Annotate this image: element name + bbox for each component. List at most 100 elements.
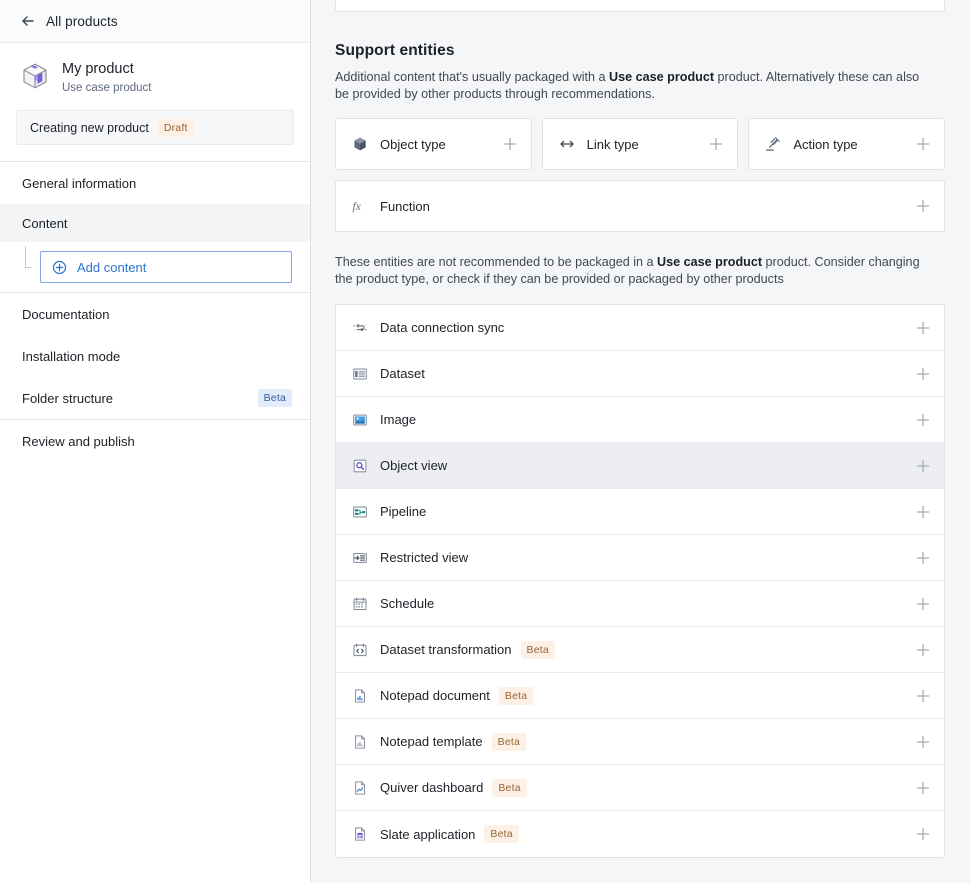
entity-row-object-view[interactable]: Object view [336, 443, 944, 489]
back-label: All products [46, 13, 118, 29]
plus-circle-icon [52, 260, 67, 275]
product-name: My product [62, 61, 134, 77]
cube-icon [352, 136, 368, 152]
pipeline-icon [352, 504, 368, 520]
section-description: Additional content that's usually packag… [335, 69, 935, 102]
product-texts: My product Use case product [62, 59, 152, 96]
sidebar-item-label: Documentation [22, 306, 110, 322]
slate-application-icon [352, 826, 368, 842]
add-function-button[interactable] [916, 199, 930, 213]
sidebar-item-label: Review and publish [22, 433, 135, 449]
product-type: Use case product [62, 82, 152, 94]
add-schedule-button[interactable] [916, 597, 930, 611]
entity-row-content: Image [380, 412, 916, 427]
add-image-button[interactable] [916, 413, 930, 427]
sidebar-item-beta-badge: Beta [257, 389, 292, 407]
entity-card-function[interactable]: fx Function [335, 180, 945, 232]
product-summary: My product Use case product [0, 43, 310, 96]
not-recommended-entity-list: Data connection sync Dataset Image Objec… [335, 304, 945, 858]
entity-row-content: Notepad template Beta [380, 732, 916, 751]
entity-row-label: Notepad document [380, 688, 490, 703]
add-data-connection-sync-button[interactable] [916, 321, 930, 335]
sidebar-item-label: Installation mode [22, 348, 121, 364]
sidebar-item-label: Content [22, 215, 68, 231]
entity-row-pipeline[interactable]: Pipeline [336, 489, 944, 535]
entity-card-label: Action type [793, 136, 858, 152]
entity-row-image[interactable]: Image [336, 397, 944, 443]
entity-row-content: Schedule [380, 596, 916, 611]
entity-row-label: Quiver dashboard [380, 780, 484, 795]
entity-row-label: Notepad template [380, 734, 483, 749]
entity-row-beta-badge: Beta [491, 732, 527, 751]
entity-row-data-connection-sync[interactable]: Data connection sync [336, 305, 944, 351]
data-connection-sync-icon [352, 320, 368, 336]
add-restricted-view-button[interactable] [916, 551, 930, 565]
add-quiver-dashboard-button[interactable] [916, 781, 930, 795]
entity-card-object-type[interactable]: Object type [335, 118, 532, 170]
main-content: Support entities Additional content that… [311, 0, 970, 883]
back-to-all-products[interactable]: All products [0, 0, 310, 43]
add-dataset-button[interactable] [916, 367, 930, 381]
arrow-left-icon [20, 13, 36, 29]
entity-row-label: Schedule [380, 596, 435, 611]
svg-text:fx: fx [353, 201, 362, 213]
entity-row-notepad-document[interactable]: Notepad document Beta [336, 673, 944, 719]
product-status-wrap: Creating new product Draft [0, 96, 310, 145]
add-content-button[interactable]: Add content [40, 251, 292, 283]
sidebar-item-label: Folder structure [22, 390, 114, 406]
note-desc-part-a: These entities are not recommended to be… [335, 255, 658, 269]
entity-row-schedule[interactable]: Schedule [336, 581, 944, 627]
add-dataset-transformation-button[interactable] [916, 643, 930, 657]
entity-row-content: Data connection sync [380, 320, 916, 335]
not-recommended-description: These entities are not recommended to be… [335, 254, 935, 287]
entity-row-beta-badge: Beta [484, 825, 519, 843]
recommended-entity-cards: Object type Link type Action type [335, 118, 946, 170]
add-content-label: Add content [77, 259, 147, 275]
add-notepad-template-button[interactable] [916, 735, 930, 749]
entity-row-dataset-transformation[interactable]: Dataset transformation Beta [336, 627, 944, 673]
entity-row-content: Quiver dashboard Beta [380, 778, 916, 797]
status-badge: Draft [157, 118, 194, 137]
add-link-type-button[interactable] [709, 137, 723, 151]
sidebar-item-folder-structure[interactable]: Folder structure Beta [0, 377, 310, 419]
entity-row-restricted-view[interactable]: Restricted view [336, 535, 944, 581]
sidebar-item-review-and-publish[interactable]: Review and publish [0, 420, 310, 462]
entity-row-content: Object view [380, 458, 916, 473]
note-desc-strong: Use case product [657, 255, 763, 269]
product-status-label: Creating new product [30, 120, 149, 135]
entity-row-content: Pipeline [380, 504, 916, 519]
add-notepad-document-button[interactable] [916, 689, 930, 703]
entity-row-label: Dataset transformation [380, 642, 512, 657]
entity-row-label: Data connection sync [380, 320, 505, 335]
notepad-template-icon [352, 734, 368, 750]
restricted-view-icon [352, 550, 368, 566]
entity-row-notepad-template[interactable]: Notepad template Beta [336, 719, 944, 765]
add-action-type-button[interactable] [916, 137, 930, 151]
entity-card-action-type[interactable]: Action type [748, 118, 946, 170]
entity-row-label: Restricted view [380, 550, 469, 565]
entity-card-link-type[interactable]: Link type [541, 118, 739, 170]
sidebar-item-content[interactable]: Content [0, 204, 310, 242]
add-slate-application-button[interactable] [916, 827, 930, 841]
entity-row-label: Dataset [380, 366, 425, 381]
sidebar-item-installation-mode[interactable]: Installation mode [0, 335, 310, 377]
entity-row-dataset[interactable]: Dataset [336, 351, 944, 397]
entity-row-label: Image [380, 412, 417, 427]
double-arrow-icon [559, 136, 575, 152]
entity-row-content: Slate application Beta [380, 825, 916, 843]
entity-row-content: Dataset transformation Beta [380, 640, 916, 659]
sidebar-nav: General information Content Add content [0, 162, 310, 462]
previous-section-card-partial [335, 0, 945, 12]
image-icon [352, 412, 368, 428]
add-object-type-button[interactable] [503, 137, 517, 151]
entity-row-quiver-dashboard[interactable]: Quiver dashboard Beta [336, 765, 944, 811]
add-content-wrap: Add content [0, 242, 310, 292]
sidebar-item-documentation[interactable]: Documentation [0, 293, 310, 335]
add-pipeline-button[interactable] [916, 505, 930, 519]
sidebar-item-general-information[interactable]: General information [0, 162, 310, 204]
entity-row-label: Pipeline [380, 504, 427, 519]
sidebar: All products My product Use case product [0, 0, 311, 883]
entity-row-slate-application[interactable]: Slate application Beta [336, 811, 944, 857]
entity-row-beta-badge: Beta [520, 640, 555, 659]
add-object-view-button[interactable] [916, 459, 930, 473]
